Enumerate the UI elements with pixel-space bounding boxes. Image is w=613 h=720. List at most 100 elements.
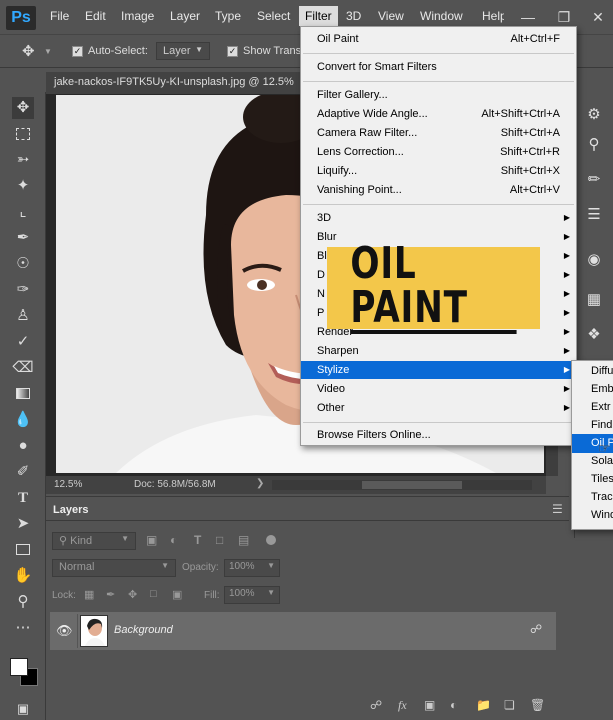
- lock-artboard-icon[interactable]: □: [150, 588, 157, 600]
- submenu-item-tiles[interactable]: Tiles: [572, 470, 613, 489]
- submenu-item-wind[interactable]: Wind: [572, 506, 613, 525]
- close-icon[interactable]: ✕: [580, 0, 613, 34]
- quick-mask-icon[interactable]: ▣: [12, 698, 34, 720]
- horizontal-scrollbar[interactable]: [272, 480, 532, 490]
- lock-position-icon[interactable]: ✥: [128, 588, 137, 601]
- menu-file[interactable]: File: [50, 9, 69, 23]
- menu-image[interactable]: Image: [121, 9, 154, 23]
- eraser-tool-icon[interactable]: ⌫: [12, 357, 34, 379]
- new-layer-icon[interactable]: ❏: [504, 698, 515, 712]
- brush-settings-icon[interactable]: ✏: [584, 170, 604, 190]
- history-panel-icon[interactable]: ⚙: [584, 105, 604, 125]
- pen-tool-icon[interactable]: ✐: [12, 461, 34, 483]
- filter-toggle-icon[interactable]: [266, 535, 276, 545]
- menu-item-other[interactable]: Other ▶: [301, 399, 576, 417]
- layer-row[interactable]: 👁 Background ☍: [50, 612, 556, 650]
- eyedropper-tool-icon[interactable]: ✒: [12, 227, 34, 249]
- marquee-tool-icon[interactable]: [12, 123, 34, 145]
- lock-image-icon[interactable]: ✒: [106, 588, 115, 601]
- menu-item-video[interactable]: Video ▶: [301, 380, 576, 398]
- filter-adjustment-icon[interactable]: ◐: [170, 533, 177, 547]
- filter-smart-object-icon[interactable]: ▤: [238, 533, 249, 547]
- blend-mode-dropdown[interactable]: Normal ▼: [52, 559, 176, 577]
- menu-select[interactable]: Select: [257, 9, 290, 23]
- submenu-item-find-edges[interactable]: Find: [572, 416, 613, 435]
- menu-item-adaptive-wide-angle[interactable]: Adaptive Wide Angle... Alt+Shift+Ctrl+A: [301, 105, 576, 123]
- zoom-tool-icon[interactable]: ⚲: [12, 591, 34, 613]
- auto-select-checkbox[interactable]: ✓: [72, 46, 83, 57]
- menu-item-liquify[interactable]: Liquify... Shift+Ctrl+X: [301, 162, 576, 180]
- quick-select-tool-icon[interactable]: ✦: [12, 175, 34, 197]
- history-brush-tool-icon[interactable]: ✓: [12, 331, 34, 353]
- crop-tool-icon[interactable]: ⌞: [12, 201, 34, 223]
- filter-shape-icon[interactable]: □: [216, 533, 223, 547]
- menu-item-convert-smart-filters[interactable]: Convert for Smart Filters: [301, 58, 576, 76]
- menu-item-lens-correction[interactable]: Lens Correction... Shift+Ctrl+R: [301, 143, 576, 161]
- link-icon[interactable]: ☍: [370, 698, 382, 712]
- status-arrow-icon[interactable]: ❯: [256, 478, 264, 489]
- menu-item-oil-paint-last[interactable]: Oil Paint Alt+Ctrl+F: [301, 30, 576, 48]
- mask-icon[interactable]: ▣: [424, 698, 435, 712]
- tool-preset-chevron-icon[interactable]: ▼: [44, 47, 52, 56]
- group-icon[interactable]: 📁: [476, 698, 491, 712]
- trash-icon[interactable]: 🗑: [530, 698, 545, 712]
- menu-window[interactable]: Window: [420, 9, 463, 23]
- brush-tool-icon[interactable]: ✑: [12, 279, 34, 301]
- menu-edit[interactable]: Edit: [85, 9, 106, 23]
- opacity-input[interactable]: 100% ▼: [224, 559, 280, 577]
- document-tab[interactable]: jake-nackos-IF9TK5Uy-KI-unsplash.jpg @ 1…: [46, 72, 311, 94]
- filter-type-icon[interactable]: T: [194, 533, 201, 547]
- menu-filter[interactable]: Filter: [299, 6, 338, 26]
- blur-tool-icon[interactable]: 💧: [12, 409, 34, 431]
- menu-item-browse-filters-online[interactable]: Browse Filters Online...: [301, 426, 576, 444]
- more-tools-icon[interactable]: ⋯: [12, 617, 34, 639]
- dodge-tool-icon[interactable]: ●: [12, 435, 34, 457]
- submenu-item-diffuse[interactable]: Diffu: [572, 362, 613, 381]
- menu-layer[interactable]: Layer: [170, 9, 200, 23]
- auto-select-dropdown[interactable]: Layer ▼: [156, 42, 210, 60]
- color-panel-icon[interactable]: ◉: [584, 250, 604, 270]
- move-tool-icon[interactable]: ✥: [22, 42, 35, 60]
- kind-filter-dropdown[interactable]: ⚲ Kind ▼: [52, 532, 136, 550]
- healing-brush-tool-icon[interactable]: ☉: [12, 253, 34, 275]
- lock-transparent-icon[interactable]: ▦: [84, 588, 94, 601]
- submenu-item-trace-contour[interactable]: Trac: [572, 488, 613, 507]
- menu-item-camera-raw-filter[interactable]: Camera Raw Filter... Shift+Ctrl+A: [301, 124, 576, 142]
- fill-input[interactable]: 100% ▼: [224, 586, 280, 604]
- properties-panel-icon[interactable]: ⚲: [584, 135, 604, 155]
- menu-item-vanishing-point[interactable]: Vanishing Point... Alt+Ctrl+V: [301, 181, 576, 199]
- adjustment-icon[interactable]: ◐: [450, 698, 457, 712]
- fx-icon[interactable]: fx: [398, 698, 407, 713]
- rectangle-tool-icon[interactable]: [12, 539, 34, 561]
- gradient-tool-icon[interactable]: [12, 383, 34, 405]
- move-tool-icon[interactable]: ✥: [12, 97, 34, 119]
- lock-all-icon[interactable]: ▣: [172, 588, 182, 601]
- lasso-tool-icon[interactable]: ➳: [12, 149, 34, 171]
- visibility-eye-icon[interactable]: 👁: [56, 623, 73, 639]
- menu-help[interactable]: Help: [482, 9, 504, 23]
- menu-type[interactable]: Type: [215, 9, 241, 23]
- type-tool-icon[interactable]: T: [12, 487, 34, 509]
- filter-pixel-icon[interactable]: ▣: [146, 533, 157, 547]
- path-select-tool-icon[interactable]: ➤: [12, 513, 34, 535]
- menu-3d[interactable]: 3D: [346, 9, 361, 23]
- menu-item-3d[interactable]: 3D ▶: [301, 209, 576, 227]
- paths-panel-icon[interactable]: ❖: [584, 325, 604, 345]
- menu-item-sharpen[interactable]: Sharpen ▶: [301, 342, 576, 360]
- swatches-icon[interactable]: ▦: [584, 290, 604, 310]
- menu-item-filter-gallery[interactable]: Filter Gallery...: [301, 86, 576, 104]
- scroll-thumb[interactable]: [362, 481, 462, 489]
- layer-name[interactable]: Background: [114, 624, 173, 636]
- submenu-item-emboss[interactable]: Emb: [572, 380, 613, 399]
- foreground-color-swatch-front[interactable]: [10, 658, 28, 676]
- menu-view[interactable]: View: [378, 9, 404, 23]
- adjustments-icon[interactable]: ☰: [584, 205, 604, 225]
- submenu-item-extrude[interactable]: Extr: [572, 398, 613, 417]
- zoom-level[interactable]: 12.5%: [54, 479, 82, 490]
- layers-tab[interactable]: Layers: [50, 500, 92, 520]
- panel-menu-icon[interactable]: ☰: [552, 502, 563, 516]
- hand-tool-icon[interactable]: ✋: [12, 565, 34, 587]
- clone-stamp-tool-icon[interactable]: ♙: [12, 305, 34, 327]
- show-transform-checkbox[interactable]: ✓: [227, 46, 238, 57]
- menu-item-stylize[interactable]: Stylize ▶: [301, 361, 576, 379]
